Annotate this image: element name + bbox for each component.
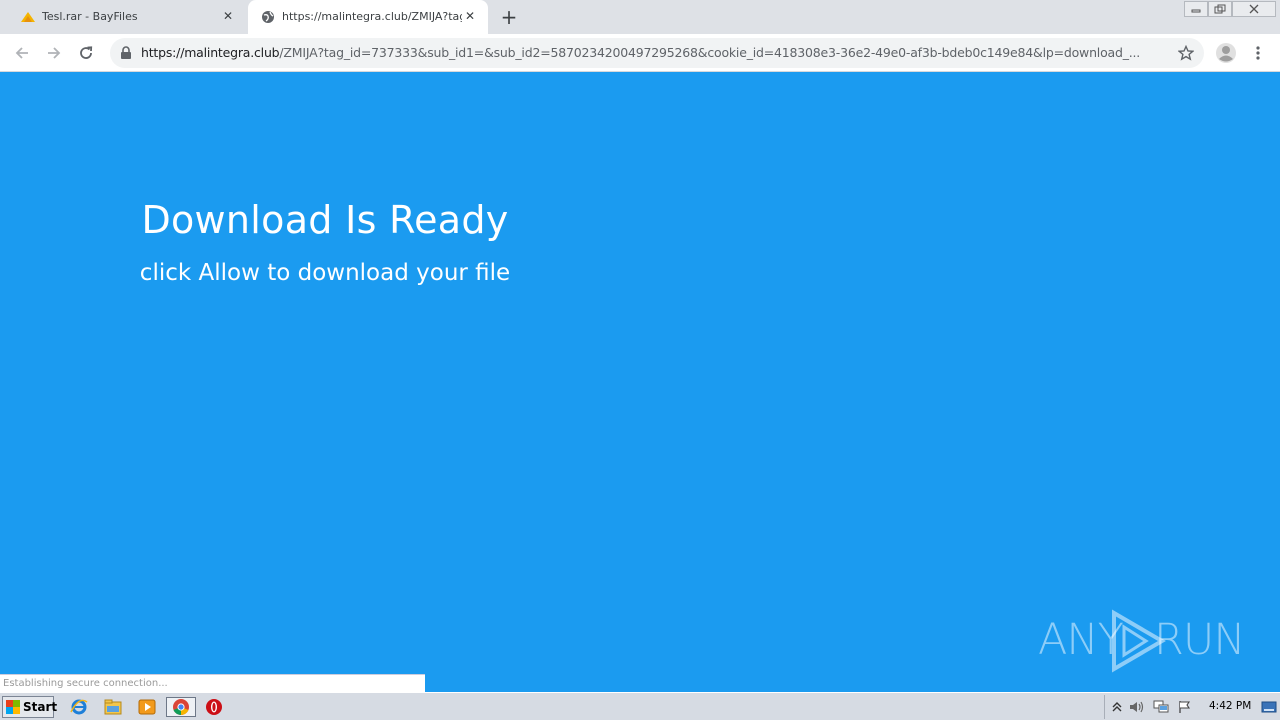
page-subheading: click Allow to download your file: [139, 260, 511, 286]
system-tray: 4:42 PM: [1104, 695, 1278, 719]
globe-icon: [260, 9, 276, 25]
volume-icon[interactable]: [1129, 699, 1145, 715]
url-text[interactable]: https://malintegra.club/ZMIJA?tag_id=737…: [141, 45, 1171, 60]
profile-avatar-icon[interactable]: [1214, 41, 1238, 65]
anyrun-watermark: ANY RUN: [1038, 609, 1246, 673]
new-tab-button[interactable]: +: [497, 4, 521, 30]
status-bubble: Establishing secure connection...: [0, 674, 425, 693]
chrome-icon[interactable]: [166, 697, 196, 717]
windows-taskbar: Start 4:42 PM: [0, 692, 1280, 720]
action-center-flag-icon[interactable]: [1177, 699, 1193, 715]
address-bar[interactable]: https://malintegra.club/ZMIJA?tag_id=737…: [110, 38, 1204, 68]
page-content: Download Is Ready click Allow to downloa…: [0, 72, 1280, 693]
lock-icon: [121, 46, 131, 59]
forward-arrow-icon: [48, 47, 61, 59]
forward-button[interactable]: [42, 41, 66, 65]
back-arrow-icon: [15, 47, 28, 59]
tab-title: https://malintegra.club/ZMIJA?tag_i: [282, 10, 462, 23]
watermark-run: RUN: [1154, 615, 1246, 665]
reload-icon: [80, 46, 93, 59]
url-path: /ZMIJA?tag_id=737333&sub_id1=&sub_id2=58…: [279, 45, 1141, 60]
network-icon[interactable]: [1153, 699, 1169, 715]
opera-icon[interactable]: [203, 697, 225, 717]
explorer-icon[interactable]: [102, 697, 124, 717]
start-button[interactable]: Start: [2, 696, 58, 718]
ie-icon[interactable]: [68, 697, 90, 717]
reload-button[interactable]: [74, 41, 98, 65]
tab-title: Tesl.rar - BayFiles: [42, 10, 138, 23]
show-hidden-icons-icon[interactable]: [1109, 699, 1125, 715]
restore-button[interactable]: [1208, 1, 1232, 17]
show-desktop-icon[interactable]: [1261, 699, 1277, 715]
tab-bayfiles[interactable]: Tesl.rar - BayFiles ✕: [8, 0, 246, 34]
page-heading: Download Is Ready: [141, 198, 509, 242]
close-icon[interactable]: ✕: [220, 8, 236, 24]
bookmark-star-icon[interactable]: [1176, 43, 1196, 63]
tab-strip: Tesl.rar - BayFiles ✕ https://malintegra…: [0, 0, 1280, 34]
start-label: Start: [23, 700, 58, 714]
tab-malintegra[interactable]: https://malintegra.club/ZMIJA?tag_i ✕: [248, 0, 488, 34]
browser-toolbar: https://malintegra.club/ZMIJA?tag_id=737…: [0, 34, 1280, 72]
back-button[interactable]: [10, 41, 34, 65]
bayfiles-icon: [20, 9, 36, 25]
minimize-button[interactable]: [1184, 1, 1208, 17]
media-player-icon[interactable]: [136, 697, 158, 717]
windows-logo-icon: [6, 700, 20, 714]
taskbar-clock[interactable]: 4:42 PM: [1209, 700, 1251, 712]
close-window-button[interactable]: [1232, 1, 1276, 17]
close-icon[interactable]: ✕: [462, 8, 478, 24]
kebab-menu-icon[interactable]: [1248, 41, 1268, 65]
url-host: https://malintegra.club: [141, 45, 280, 60]
